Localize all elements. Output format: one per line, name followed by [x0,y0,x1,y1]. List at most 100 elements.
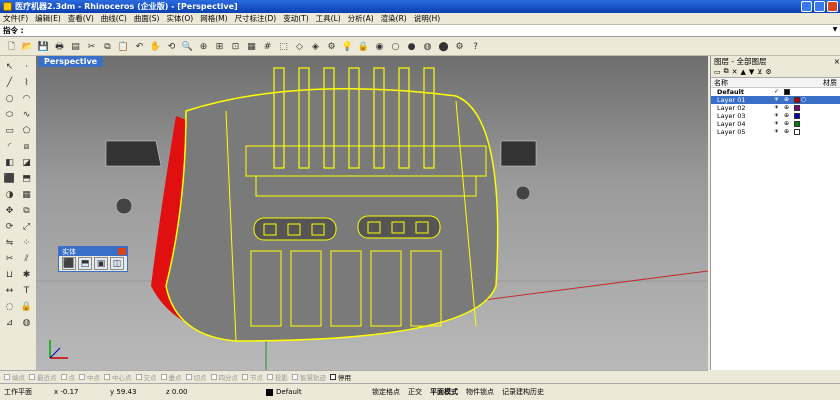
light-icon[interactable]: 💡 [340,39,355,54]
menu-help[interactable]: 说明(H) [414,13,441,24]
unlock-icon[interactable]: ⊕ [783,129,790,135]
copy-icon[interactable]: ⧉ [100,39,115,54]
grid-icon[interactable]: # [260,39,275,54]
minimize-button[interactable] [801,1,812,12]
color-icon[interactable]: ◉ [372,39,387,54]
box-icon[interactable]: ⬛ [62,257,76,270]
surface-tool-icon[interactable]: ◧ [1,155,18,171]
menu-dimension[interactable]: 尺寸标注(D) [235,13,277,24]
render-icon[interactable]: ◍ [420,39,435,54]
menu-surface[interactable]: 曲面(S) [134,13,160,24]
close-icon[interactable]: × [834,57,840,66]
open-file-icon[interactable]: 📂 [20,39,35,54]
lightbulb-icon[interactable]: ☀ [773,105,780,111]
select-icon[interactable]: ⬚ [276,39,291,54]
unlock-icon[interactable]: ⊕ [783,97,790,103]
layer-row-03[interactable]: Layer 03 ☀ ⊕ [711,112,840,120]
osnap-mid[interactable]: 中点 [79,372,100,382]
status-layer[interactable]: Default [262,388,368,396]
point-icon[interactable]: ◇ [292,39,307,54]
loft-tool-icon[interactable]: ◪ [18,155,35,171]
layer-color-swatch[interactable] [794,105,800,111]
boolean-tool-icon[interactable]: ◑ [1,187,18,203]
analyze-tool-icon[interactable]: ⊿ [1,315,18,331]
layer-color-swatch[interactable] [794,121,800,127]
help-icon[interactable]: ? [468,39,483,54]
extrude-tool-icon[interactable]: ⬒ [18,171,35,187]
close-button[interactable] [827,1,838,12]
command-input[interactable] [27,25,830,36]
fillet-tool-icon[interactable]: ◜ [1,139,18,155]
osnap-smarttrack[interactable]: 智慧轨迹 [292,372,326,382]
properties-icon[interactable]: ⚙ [324,39,339,54]
box-tool-icon[interactable]: ⬛ [1,171,18,187]
menu-analyze[interactable]: 分析(A) [348,13,374,24]
menu-edit[interactable]: 编辑(E) [35,13,61,24]
curve-tool-icon[interactable]: ∿ [18,107,35,123]
osnap-end[interactable]: 端点 [4,372,25,382]
lightbulb-icon[interactable]: ☀ [773,129,780,135]
unlock-icon[interactable]: ⊕ [783,121,790,127]
osnap-point[interactable]: 点 [60,372,75,382]
osnap-perpendicular[interactable]: 垂点 [160,372,182,382]
dimension-tool-icon[interactable]: ↔ [1,283,18,299]
unlock-icon[interactable]: ⊕ [783,113,790,119]
osnap-disable[interactable]: 停用 [330,372,351,382]
menu-render[interactable]: 渲染(R) [381,13,407,24]
menu-file[interactable]: 文件(F) [3,13,28,24]
join-tool-icon[interactable]: ⊔ [1,267,18,283]
osnap-project[interactable]: 投影 [267,372,288,382]
copy-tool-icon[interactable]: ⧉ [18,203,35,219]
perspective-viewport[interactable]: Perspective [36,56,708,370]
explode-tool-icon[interactable]: ✱ [18,267,35,283]
paste-icon[interactable]: 📋 [116,39,131,54]
circle-tool-icon[interactable]: ○ [1,91,18,107]
material-icon[interactable]: ○ [800,97,807,103]
four-views-icon[interactable]: ▦ [244,39,259,54]
filter-icon[interactable]: ⊻ [757,68,762,76]
unlock-icon[interactable]: ⊕ [783,105,790,111]
new-layer-icon[interactable]: ▭ [714,68,721,76]
sphere-icon[interactable]: ⬤ [436,39,451,54]
shaded-icon[interactable]: ● [404,39,419,54]
zoom-window-icon[interactable]: ⊕ [196,39,211,54]
menu-curve[interactable]: 曲线(C) [101,13,127,24]
delete-icon[interactable]: ✕ [732,68,738,76]
select-arrow-icon[interactable]: ↖ [1,59,18,75]
cut-icon[interactable]: ✂ [84,39,99,54]
layer-row-05[interactable]: Layer 05 ☀ ⊕ [711,128,840,136]
cap-icon[interactable]: ◫ [110,257,124,270]
osnap-near[interactable]: 最近点 [29,372,57,382]
lightbulb-icon[interactable]: ☀ [773,121,780,127]
lightbulb-icon[interactable]: ☀ [773,113,780,119]
lightbulb-icon[interactable]: ☀ [773,97,780,103]
menu-mesh[interactable]: 网格(M) [200,13,227,24]
arc-tool-icon[interactable]: ◠ [18,91,35,107]
pan-icon[interactable]: ✋ [148,39,163,54]
osnap-tangent[interactable]: 切点 [185,372,207,382]
import-icon[interactable]: ▤ [68,39,83,54]
undo-icon[interactable]: ↶ [132,39,147,54]
maximize-button[interactable] [814,1,825,12]
shell-icon[interactable]: ▣ [94,257,108,270]
rectangle-tool-icon[interactable]: ▭ [1,123,18,139]
status-ortho[interactable]: 正交 [404,387,426,397]
zoom-extents-icon[interactable]: ⊞ [212,39,227,54]
split-tool-icon[interactable]: ⫽ [18,251,35,267]
layer-color-swatch[interactable] [794,113,800,119]
polyline-tool-icon[interactable]: ⌇ [18,75,35,91]
new-sublayer-icon[interactable]: ⧉ [724,67,729,76]
mirror-tool-icon[interactable]: ⇋ [1,235,18,251]
layer-row-04[interactable]: Layer 04 ☀ ⊕ [711,120,840,128]
status-history[interactable]: 记录建构历史 [498,387,548,397]
menu-view[interactable]: 查看(V) [68,13,94,24]
trim-tool-icon[interactable]: ✂ [1,251,18,267]
zoom-selected-icon[interactable]: ⊡ [228,39,243,54]
layer-row-02[interactable]: Layer 02 ☀ ⊕ [711,104,840,112]
point-tool-icon[interactable]: · [18,59,35,75]
text-tool-icon[interactable]: T [18,283,35,299]
move-tool-icon[interactable]: ✥ [1,203,18,219]
layer-row-default[interactable]: Default ✓ [711,88,840,96]
move-up-icon[interactable]: ▲ [741,68,746,76]
osnap-quad[interactable]: 四分点 [210,372,238,382]
